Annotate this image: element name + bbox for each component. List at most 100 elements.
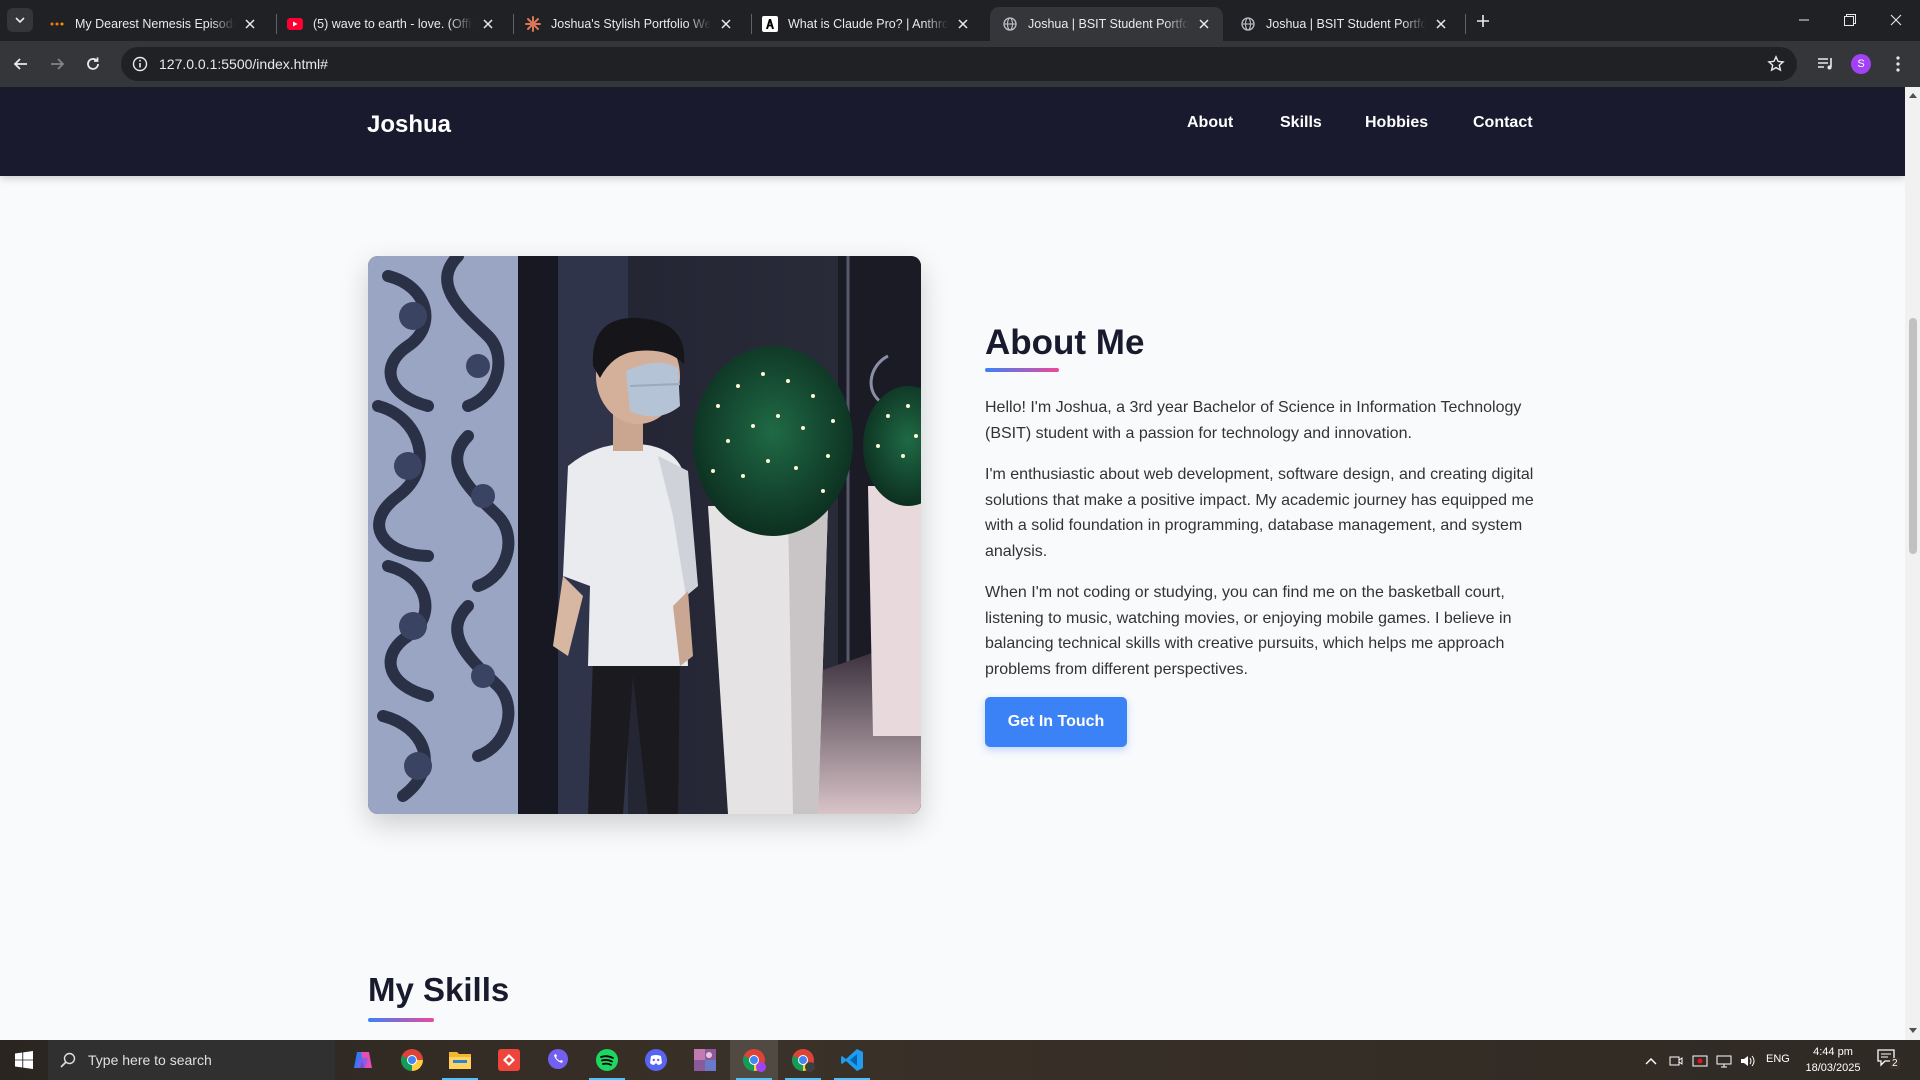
restore-icon bbox=[1844, 14, 1856, 26]
minimize-icon bbox=[1799, 19, 1809, 21]
playlist-icon bbox=[1818, 58, 1832, 70]
more-vert-icon bbox=[1896, 56, 1900, 72]
page-scrollbar[interactable] bbox=[1905, 87, 1920, 1040]
close-tab-icon[interactable] bbox=[717, 15, 735, 33]
security-icon bbox=[1692, 1055, 1708, 1067]
close-window-button[interactable] bbox=[1873, 0, 1919, 40]
tab-my-dearest-nemesis[interactable]: My Dearest Nemesis Episode 9 bbox=[37, 7, 269, 41]
search-icon bbox=[60, 1052, 76, 1068]
chrome-menu-button[interactable] bbox=[1884, 50, 1912, 78]
minimize-button[interactable] bbox=[1781, 0, 1827, 40]
taskbar-chrome[interactable] bbox=[388, 1040, 436, 1080]
tray-meet-now[interactable] bbox=[1667, 1052, 1685, 1070]
volume-icon bbox=[1741, 1055, 1755, 1067]
tab-title: (5) wave to earth - love. (Official bbox=[313, 17, 473, 31]
media-controls-button[interactable] bbox=[1812, 50, 1840, 78]
skills-title: My Skills bbox=[368, 971, 510, 1008]
profile-photo bbox=[368, 256, 921, 814]
tab-search-button[interactable] bbox=[7, 8, 33, 32]
search-placeholder: Type here to search bbox=[88, 1052, 212, 1068]
forward-button[interactable] bbox=[43, 50, 71, 78]
scrollbar-thumb[interactable] bbox=[1909, 318, 1917, 554]
taskbar-chrome-profile[interactable] bbox=[730, 1040, 778, 1080]
nav-link-skills[interactable]: Skills bbox=[1280, 114, 1322, 132]
chrome-icon bbox=[401, 1049, 423, 1071]
taskbar-copilot[interactable] bbox=[339, 1040, 387, 1080]
close-tab-icon[interactable] bbox=[241, 15, 259, 33]
arrow-left-icon bbox=[13, 58, 27, 70]
taskbar-search-box[interactable]: Type here to search bbox=[48, 1040, 335, 1080]
tray-volume[interactable] bbox=[1739, 1052, 1757, 1070]
taskbar-chrome-profile-2[interactable] bbox=[779, 1040, 827, 1080]
scroll-up-icon[interactable] bbox=[1909, 91, 1917, 99]
close-tab-icon[interactable] bbox=[479, 15, 497, 33]
show-hidden-icons-button[interactable] bbox=[1642, 1052, 1660, 1070]
start-button[interactable] bbox=[0, 1040, 48, 1080]
tab-divider bbox=[1465, 14, 1466, 34]
taskbar-file-explorer[interactable] bbox=[436, 1040, 484, 1080]
profile-button[interactable]: S bbox=[1847, 50, 1875, 78]
input-language[interactable]: ENG bbox=[1766, 1053, 1790, 1065]
spotify-icon bbox=[596, 1049, 618, 1071]
about-paragraph-3: When I'm not coding or studying, you can… bbox=[985, 584, 1512, 678]
file-explorer-icon bbox=[449, 1052, 471, 1069]
new-tab-button[interactable] bbox=[1472, 10, 1494, 32]
taskbar-spotify[interactable] bbox=[583, 1040, 631, 1080]
chrome-profile-icon bbox=[743, 1049, 766, 1072]
taskbar-discord[interactable] bbox=[632, 1040, 680, 1080]
tab-title: Joshua | BSIT Student Portfolio bbox=[1028, 17, 1189, 31]
about-title-underline bbox=[985, 368, 1059, 372]
about-paragraph-2: I'm enthusiastic about web development, … bbox=[985, 466, 1534, 560]
taskbar-anydesk[interactable] bbox=[485, 1040, 533, 1080]
tab-bsit-portfolio-active[interactable]: Joshua | BSIT Student Portfolio bbox=[990, 7, 1223, 41]
bookmark-star-icon[interactable] bbox=[1767, 55, 1785, 73]
taskbar-clock[interactable]: 4:44 pm 18/03/2025 bbox=[1798, 1044, 1868, 1076]
close-tab-icon[interactable] bbox=[1432, 15, 1450, 33]
taskbar-viber[interactable] bbox=[534, 1040, 582, 1080]
close-tab-icon[interactable] bbox=[954, 15, 972, 33]
orange-dots-icon bbox=[49, 16, 65, 32]
profile-avatar: S bbox=[1851, 54, 1871, 74]
anthropic-icon bbox=[762, 16, 778, 32]
close-tab-icon[interactable] bbox=[1195, 15, 1213, 33]
viber-icon bbox=[548, 1049, 568, 1069]
nav-link-contact[interactable]: Contact bbox=[1473, 114, 1533, 132]
tray-defender[interactable] bbox=[1691, 1052, 1709, 1070]
globe-icon bbox=[1002, 16, 1018, 32]
network-icon bbox=[1716, 1055, 1732, 1068]
site-info-icon[interactable] bbox=[131, 55, 149, 73]
reload-button[interactable] bbox=[79, 50, 107, 78]
tab-what-is-claude-pro[interactable]: What is Claude Pro? | Anthropic bbox=[750, 7, 982, 41]
notification-center-button[interactable]: 2 bbox=[1876, 1048, 1902, 1072]
back-button[interactable] bbox=[7, 50, 35, 78]
skills-title-underline bbox=[368, 1018, 434, 1022]
clock-date: 18/03/2025 bbox=[1805, 1062, 1861, 1074]
nav-link-about[interactable]: About bbox=[1187, 114, 1233, 132]
tab-title: Joshua's Stylish Portfolio Websi bbox=[551, 17, 711, 31]
scroll-down-icon[interactable] bbox=[1909, 1027, 1917, 1035]
globe-icon bbox=[1240, 16, 1256, 32]
page-viewport: Joshua About Skills Hobbies Contact Abou… bbox=[0, 87, 1905, 1040]
claude-icon bbox=[525, 16, 541, 32]
reload-icon bbox=[87, 57, 99, 70]
taskbar-vscode[interactable] bbox=[828, 1040, 876, 1080]
site-logo[interactable]: Joshua bbox=[367, 111, 451, 139]
chevron-down-icon bbox=[15, 17, 25, 24]
about-title: About Me bbox=[985, 323, 1145, 362]
tab-joshua-stylish-portfolio[interactable]: Joshua's Stylish Portfolio Websi bbox=[513, 7, 745, 41]
vscode-icon bbox=[841, 1049, 863, 1071]
chevron-up-icon bbox=[1645, 1058, 1657, 1065]
tab-title: My Dearest Nemesis Episode 9 bbox=[75, 17, 235, 31]
notification-count: 2 bbox=[1890, 1058, 1900, 1069]
about-paragraph-1: Hello! I'm Joshua, a 3rd year Bachelor o… bbox=[985, 399, 1522, 442]
address-bar[interactable]: 127.0.0.1:5500/index.html# bbox=[121, 47, 1797, 81]
taskbar-photos[interactable] bbox=[681, 1040, 729, 1080]
camera-icon bbox=[1669, 1056, 1683, 1066]
plus-icon bbox=[1477, 15, 1489, 27]
tab-bsit-portfolio-2[interactable]: Joshua | BSIT Student Portfolio bbox=[1228, 7, 1460, 41]
restore-button[interactable] bbox=[1827, 0, 1873, 40]
tab-wave-to-earth[interactable]: (5) wave to earth - love. (Official bbox=[275, 7, 507, 41]
tray-network[interactable] bbox=[1715, 1052, 1733, 1070]
nav-link-hobbies[interactable]: Hobbies bbox=[1365, 114, 1428, 132]
get-in-touch-button[interactable]: Get In Touch bbox=[985, 697, 1127, 747]
